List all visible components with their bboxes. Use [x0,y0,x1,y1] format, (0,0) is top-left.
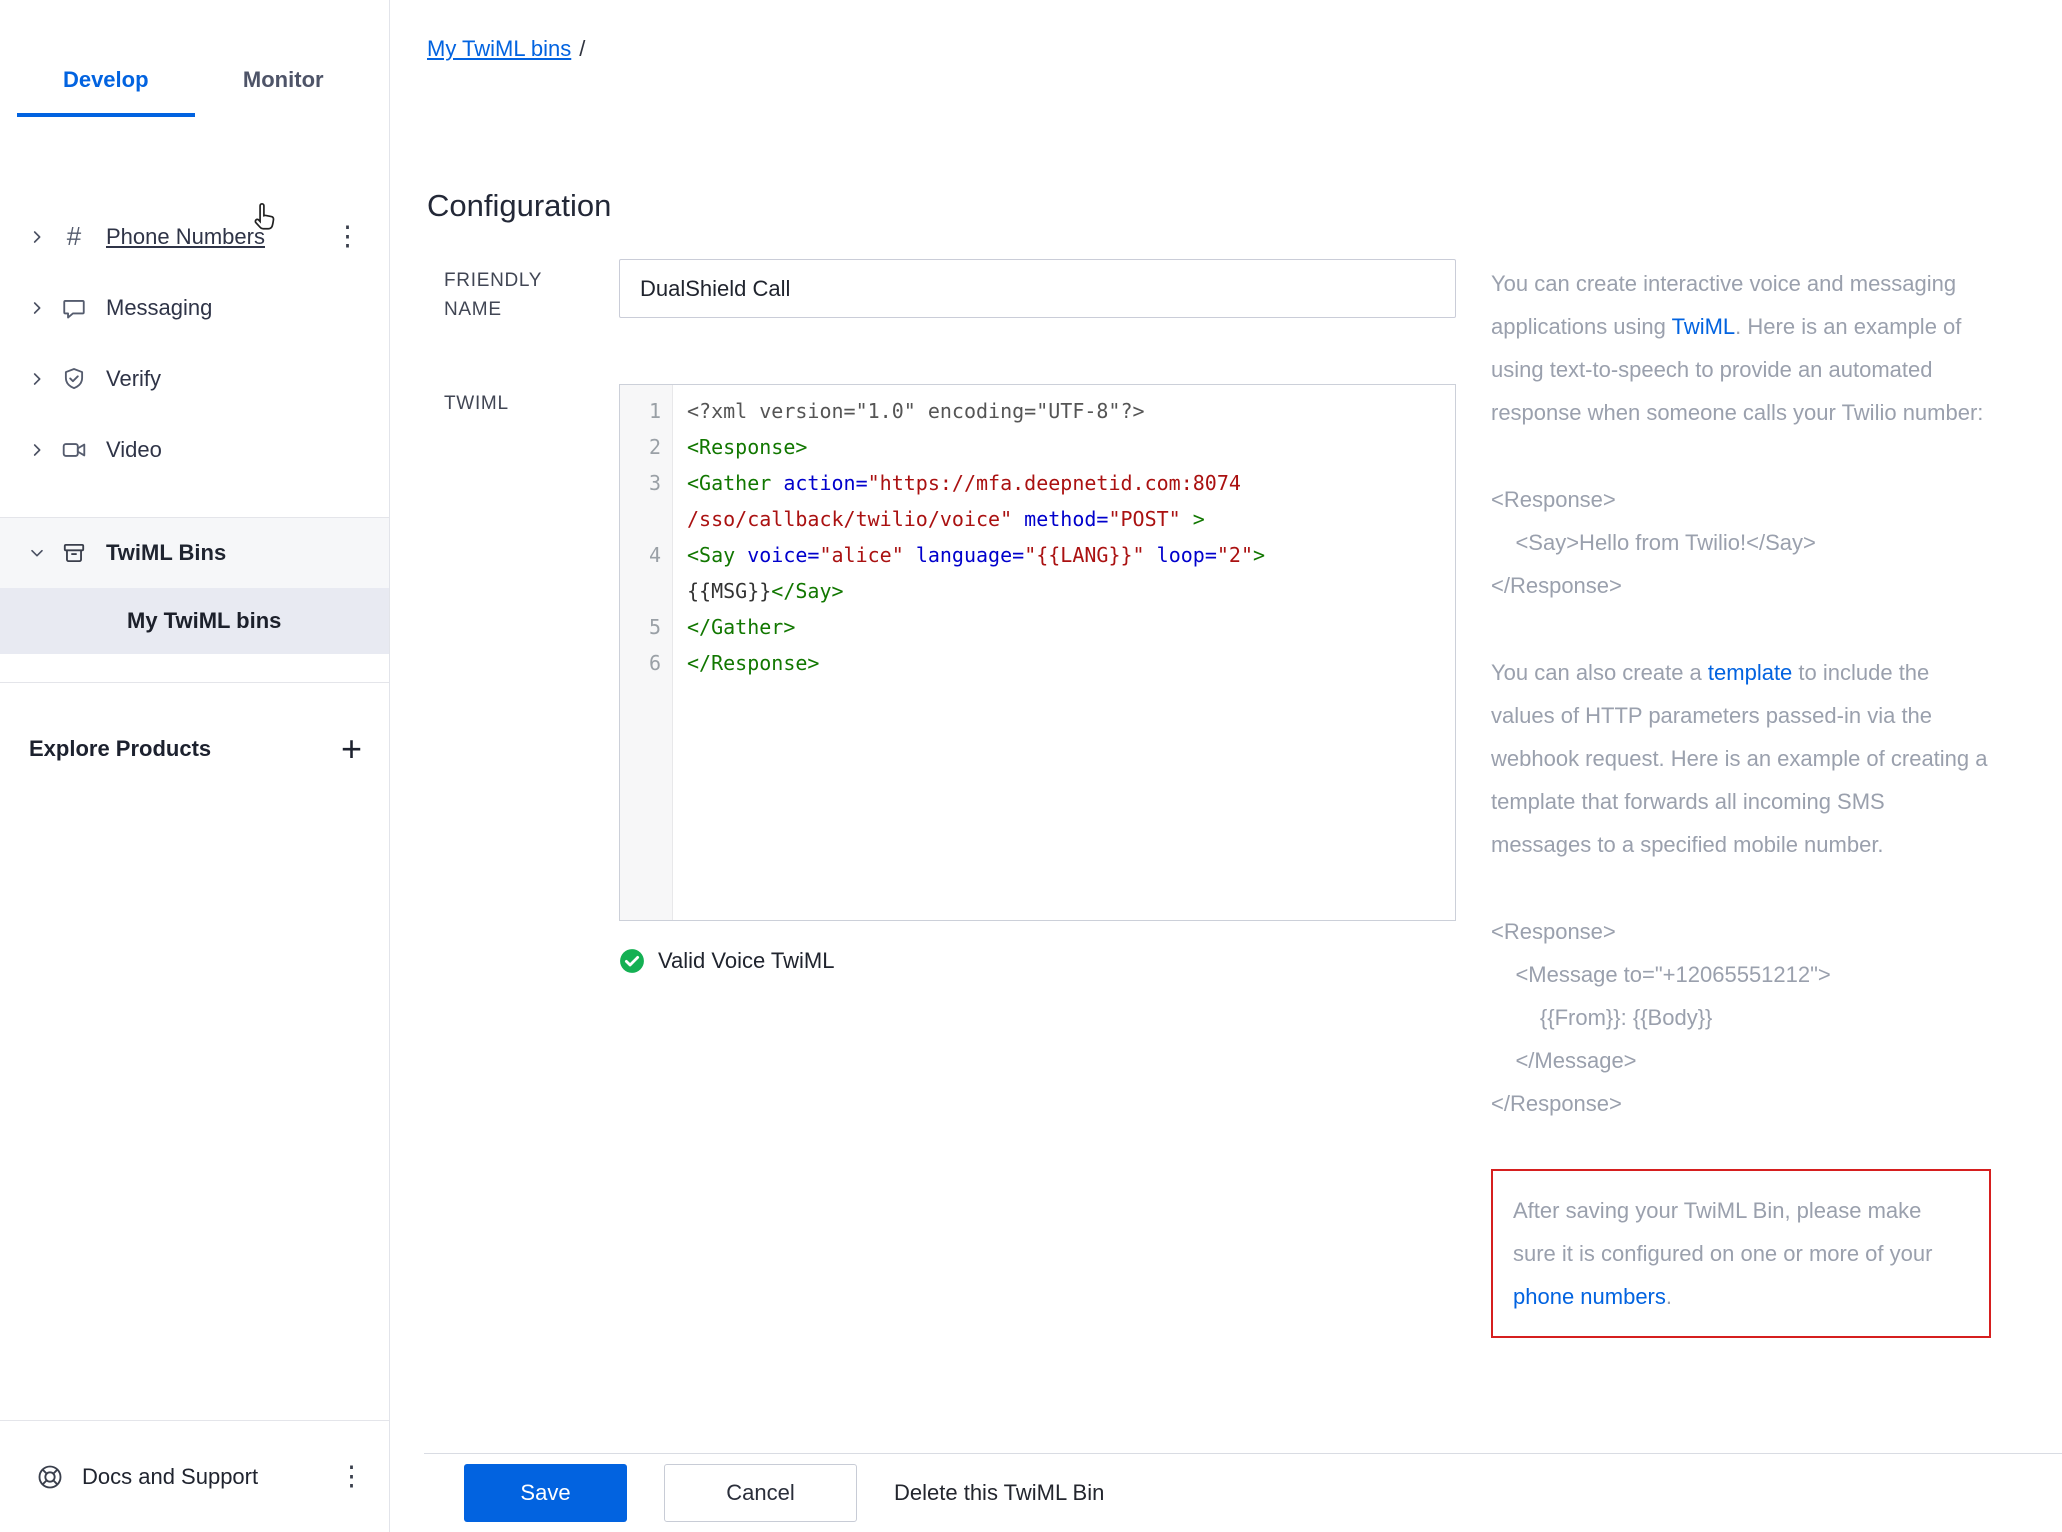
code-text: </Gather> [673,609,795,645]
cancel-button[interactable]: Cancel [664,1464,857,1522]
sidebar-item-my-twiml-bins[interactable]: My TwiML bins [0,588,389,654]
tab-monitor[interactable]: Monitor [195,67,373,117]
friendly-name-input[interactable] [619,259,1456,318]
code-text: <Response> [673,429,807,465]
help-paragraph: After saving your TwiML Bin, please make… [1513,1189,1969,1318]
line-number: 3 [620,465,673,501]
line-number: 5 [620,609,673,645]
validation-text: Valid Voice TwiML [658,948,835,974]
line-number: 4 [620,537,673,573]
highlighted-note: After saving your TwiML Bin, please make… [1491,1169,1991,1338]
inline-link[interactable]: phone numbers [1513,1284,1666,1309]
sidebar-tabs: Develop Monitor [0,0,389,117]
sidebar-item-video[interactable]: Video [0,414,389,485]
line-number: 1 [620,393,673,429]
lifebuoy-icon [36,1463,64,1491]
page-title: Configuration [427,188,611,224]
chat-bubble-icon [60,294,88,322]
docs-support-label: Docs and Support [82,1464,258,1490]
code-lines: 1<?xml version="1.0" encoding="UTF-8"?>2… [620,385,1455,681]
code-line: {{MSG}}</Say> [620,573,1455,609]
code-line: 5</Gather> [620,609,1455,645]
code-text: /sso/callback/twilio/voice" method="POST… [673,501,1205,537]
code-line: 2<Response> [620,429,1455,465]
check-circle-icon [619,948,645,974]
chevron-right-icon[interactable] [29,229,45,245]
nav-label: Verify [106,366,161,392]
code-line: 6</Response> [620,645,1455,681]
bin-icon [60,539,88,567]
chevron-down-icon[interactable] [29,545,45,561]
code-line: 1<?xml version="1.0" encoding="UTF-8"?> [620,393,1455,429]
inline-link[interactable]: TwiML [1672,314,1736,339]
nav-label: Video [106,437,162,463]
code-text: <Say voice="alice" language="{{LANG}}" l… [673,537,1265,573]
main-content: My TwiML bins / Configuration FRIENDLY NA… [391,0,2062,1532]
help-paragraph: You can also create a template to includ… [1491,651,1991,866]
docs-and-support[interactable]: Docs and Support ⋮ [0,1420,389,1532]
divider [0,682,389,683]
delete-twiml-bin-link[interactable]: Delete this TwiML Bin [894,1480,1104,1506]
sidebar-item-messaging[interactable]: Messaging [0,272,389,343]
breadcrumb-separator: / [579,36,585,61]
chevron-right-icon[interactable] [29,371,45,387]
explore-products-label: Explore Products [29,736,211,762]
help-paragraph: You can create interactive voice and mes… [1491,262,1991,434]
line-number: 2 [620,429,673,465]
code-text: </Response> [673,645,819,681]
twiml-label: TWIML [444,389,509,418]
help-panel: You can create interactive voice and mes… [1491,262,1991,1338]
spacer [0,654,389,682]
code-line: /sso/callback/twilio/voice" method="POST… [620,501,1455,537]
code-line: 4<Say voice="alice" language="{{LANG}}" … [620,537,1455,573]
code-text: <?xml version="1.0" encoding="UTF-8"?> [673,393,1145,429]
hash-icon: # [60,223,88,251]
save-button[interactable]: Save [464,1464,627,1522]
breadcrumb-link[interactable]: My TwiML bins [427,36,571,61]
twiml-bins-section: TwiML Bins My TwiML bins [0,518,389,654]
kebab-menu-icon[interactable]: ⋮ [338,1463,365,1490]
validation-status: Valid Voice TwiML [619,948,835,974]
nav-label: TwiML Bins [106,540,226,566]
plus-icon[interactable]: + [341,731,362,767]
line-number: 6 [620,645,673,681]
tab-develop[interactable]: Develop [17,67,195,117]
mouse-cursor-icon [250,202,280,236]
code-text: <Gather action="https://mfa.deepnetid.co… [673,465,1241,501]
sidebar-item-phone-numbers[interactable]: # Phone Numbers ⋮ [0,201,389,272]
chevron-right-icon[interactable] [29,300,45,316]
nav-label: Phone Numbers [106,224,265,250]
code-text: {{MSG}}</Say> [673,573,844,609]
nav-label: Messaging [106,295,212,321]
help-code-sample: <Response> <Message to="+12065551212"> {… [1491,910,1991,1125]
sidebar-nav: # Phone Numbers ⋮ Messaging Verify [0,201,389,485]
kebab-menu-icon[interactable]: ⋮ [334,223,361,250]
sidebar-item-verify[interactable]: Verify [0,343,389,414]
action-bar: Save Cancel Delete this TwiML Bin [424,1453,2062,1532]
chevron-right-icon[interactable] [29,442,45,458]
twiml-editor[interactable]: 1<?xml version="1.0" encoding="UTF-8"?>2… [619,384,1456,921]
shield-check-icon [60,365,88,393]
inline-link[interactable]: template [1708,660,1792,685]
friendly-name-label: FRIENDLY NAME [444,266,574,324]
explore-products[interactable]: Explore Products + [0,713,389,785]
breadcrumb: My TwiML bins / [427,36,585,62]
help-code-sample: <Response> <Say>Hello from Twilio!</Say>… [1491,478,1991,607]
sidebar: Develop Monitor # Phone Numbers ⋮ Messag… [0,0,390,1532]
line-number [620,501,673,537]
sidebar-item-twiml-bins[interactable]: TwiML Bins [0,518,389,588]
video-camera-icon [60,436,88,464]
code-line: 3<Gather action="https://mfa.deepnetid.c… [620,465,1455,501]
line-number [620,573,673,609]
